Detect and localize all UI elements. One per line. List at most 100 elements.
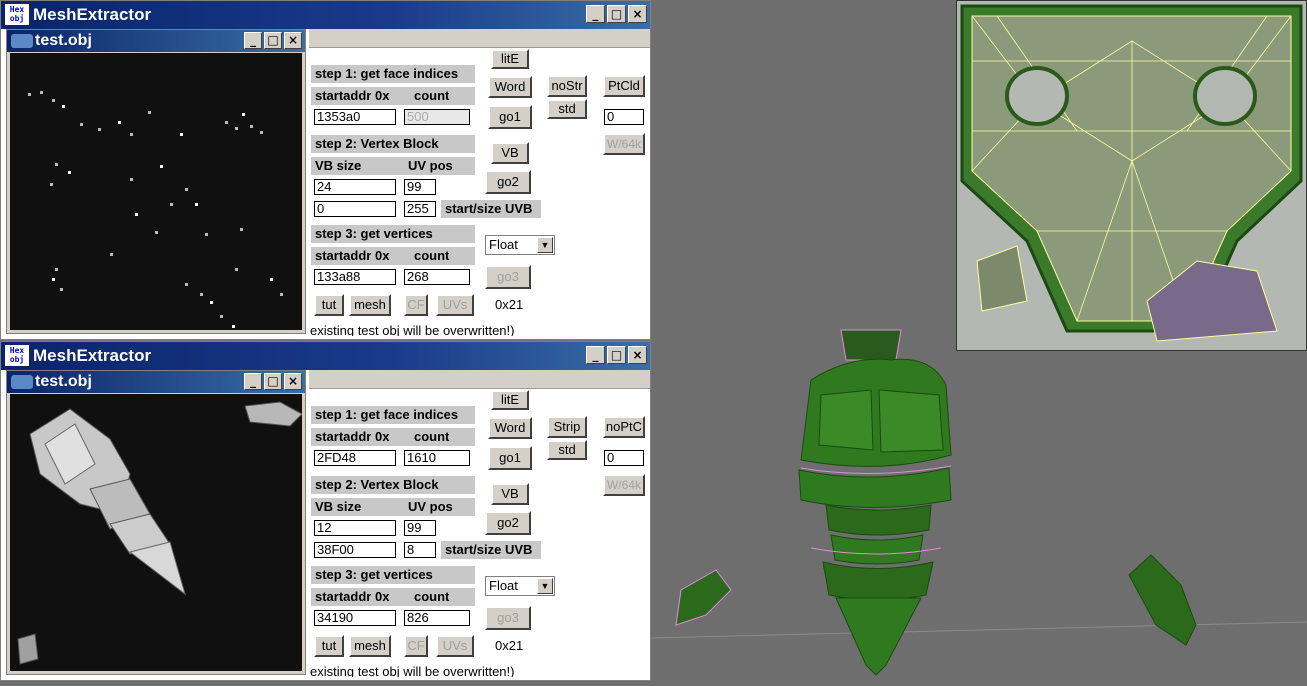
child-window-title: test.obj [35, 373, 92, 390]
grey-hand-mesh [244, 401, 302, 427]
go1-button[interactable]: go1 [488, 105, 532, 129]
go3-button[interactable]: go3 [485, 606, 531, 630]
startaddr-label: startaddr 0x [315, 88, 390, 103]
point-cloud-viewport[interactable] [10, 53, 302, 330]
maximize-icon[interactable]: □ [264, 32, 282, 49]
window-titlebar[interactable]: Hex obj MeshExtractor _ □ × [1, 1, 650, 29]
go2-button[interactable]: go2 [485, 511, 531, 535]
go1-button[interactable]: go1 [488, 446, 532, 470]
lite-button[interactable]: litE [491, 390, 529, 410]
minimize-icon[interactable]: _ [586, 5, 605, 23]
mesh-button[interactable]: mesh [349, 294, 391, 316]
step3-labels: startaddr 0x count [311, 247, 475, 265]
vb-button[interactable]: VB [491, 483, 529, 505]
format-select[interactable]: Float ▼ [485, 235, 555, 255]
mesh-extractor-window[interactable]: Hex obj MeshExtractor _ □ × test.obj _ □… [0, 0, 651, 340]
step1-labels: startaddr 0x count [311, 428, 475, 446]
vertex-startaddr-input[interactable]: 133a88 [314, 269, 396, 285]
maximize-icon[interactable]: □ [607, 346, 626, 364]
w64k-button[interactable]: W/64k [603, 474, 645, 496]
uvs-button[interactable]: UVs [436, 635, 474, 657]
close-icon[interactable]: × [628, 5, 647, 23]
vb-button[interactable]: VB [491, 142, 529, 164]
word-button[interactable]: Word [488, 76, 532, 98]
face-startaddr-input[interactable]: 2FD48 [314, 450, 396, 466]
child-titlebar[interactable]: test.obj _ □ × [7, 371, 305, 393]
menu-strip [309, 370, 650, 389]
strip-button[interactable]: noStr [547, 75, 587, 97]
mesh-extractor-window[interactable]: Hex obj MeshExtractor _ □ × test.obj _ □… [0, 341, 651, 681]
start-size-uvb-label: start/size UVB [441, 541, 541, 559]
close-icon[interactable]: × [284, 32, 302, 49]
ptcld-value-input[interactable]: 0 [604, 109, 644, 125]
uvb-size-input[interactable]: 255 [404, 201, 436, 217]
mesh-preview-render [17, 401, 302, 665]
ptcld-button[interactable]: PtCld [603, 75, 645, 97]
uvpos-input[interactable]: 99 [404, 520, 436, 536]
window-titlebar[interactable]: Hex obj MeshExtractor _ □ × [1, 342, 650, 370]
step1-heading: step 1: get face indices [311, 65, 475, 83]
test-obj-child-window[interactable]: test.obj _ □ × [6, 29, 306, 334]
face-count-input[interactable]: 1610 [404, 450, 470, 466]
vbsize-input[interactable]: 12 [314, 520, 396, 536]
word-button[interactable]: Word [488, 417, 532, 439]
uvs-button[interactable]: UVs [436, 294, 474, 316]
std-button[interactable]: std [547, 99, 587, 119]
face-startaddr-input[interactable]: 1353a0 [314, 109, 396, 125]
cf-button[interactable]: CF [404, 635, 428, 657]
vbsize-input[interactable]: 24 [314, 179, 396, 195]
window-title: MeshExtractor [33, 346, 152, 365]
vertex-startaddr-input[interactable]: 34190 [314, 610, 396, 626]
maximize-icon[interactable]: □ [264, 373, 282, 390]
grey-small-mesh [17, 633, 39, 665]
startaddr-label: startaddr 0x [315, 429, 390, 444]
startaddr-label: startaddr 0x [315, 248, 390, 263]
minimize-icon[interactable]: _ [586, 346, 605, 364]
face-count-input[interactable]: 500 [404, 109, 470, 125]
uvpos-input[interactable]: 99 [404, 179, 436, 195]
child-titlebar[interactable]: test.obj _ □ × [7, 30, 305, 52]
format-select[interactable]: Float ▼ [485, 576, 555, 596]
point-cloud-render [28, 91, 283, 328]
tut-button[interactable]: tut [314, 294, 344, 316]
chevron-down-icon[interactable]: ▼ [537, 237, 553, 253]
minimize-icon[interactable]: _ [244, 32, 262, 49]
ptcld-button[interactable]: noPtC [603, 416, 645, 438]
uvb-size-input[interactable]: 8 [404, 542, 436, 558]
uvb-start-input[interactable]: 38F00 [314, 542, 396, 558]
ptcld-value-input[interactable]: 0 [604, 450, 644, 466]
uvb-start-input[interactable]: 0 [314, 201, 396, 217]
window-title: MeshExtractor [33, 5, 152, 24]
count-label: count [414, 589, 450, 604]
app-logo-icon: Hex obj [5, 4, 29, 25]
close-icon[interactable]: × [284, 373, 302, 390]
close-icon[interactable]: × [628, 346, 647, 364]
strip-button[interactable]: Strip [547, 416, 587, 438]
tut-button[interactable]: tut [314, 635, 344, 657]
chevron-down-icon[interactable]: ▼ [537, 578, 553, 594]
maximize-icon[interactable]: □ [607, 5, 626, 23]
step1-heading: step 1: get face indices [311, 406, 475, 424]
minimize-icon[interactable]: _ [244, 373, 262, 390]
cf-button[interactable]: CF [404, 294, 428, 316]
vertex-count-input[interactable]: 826 [404, 610, 470, 626]
app-logo-icon: Hex obj [5, 345, 29, 366]
step3-heading: step 3: get vertices [311, 566, 475, 584]
mesh-button[interactable]: mesh [349, 635, 391, 657]
lite-button[interactable]: litE [491, 49, 529, 69]
go2-button[interactable]: go2 [485, 170, 531, 194]
std-button[interactable]: std [547, 440, 587, 460]
uvpos-label: UV pos [408, 158, 453, 173]
test-obj-child-window[interactable]: test.obj _ □ × [6, 370, 306, 675]
w64k-button[interactable]: W/64k [603, 133, 645, 155]
mesh-preview-viewport[interactable] [10, 394, 302, 671]
vertex-count-input[interactable]: 268 [404, 269, 470, 285]
child-window-title: test.obj [35, 32, 92, 49]
format-value: Float [489, 578, 518, 593]
count-label: count [414, 429, 450, 444]
go3-button[interactable]: go3 [485, 265, 531, 289]
child-window-icon [11, 375, 33, 389]
uv-map-texture [956, 0, 1307, 351]
hex-value: 0x21 [495, 638, 524, 653]
start-size-uvb-label: start/size UVB [441, 200, 541, 218]
